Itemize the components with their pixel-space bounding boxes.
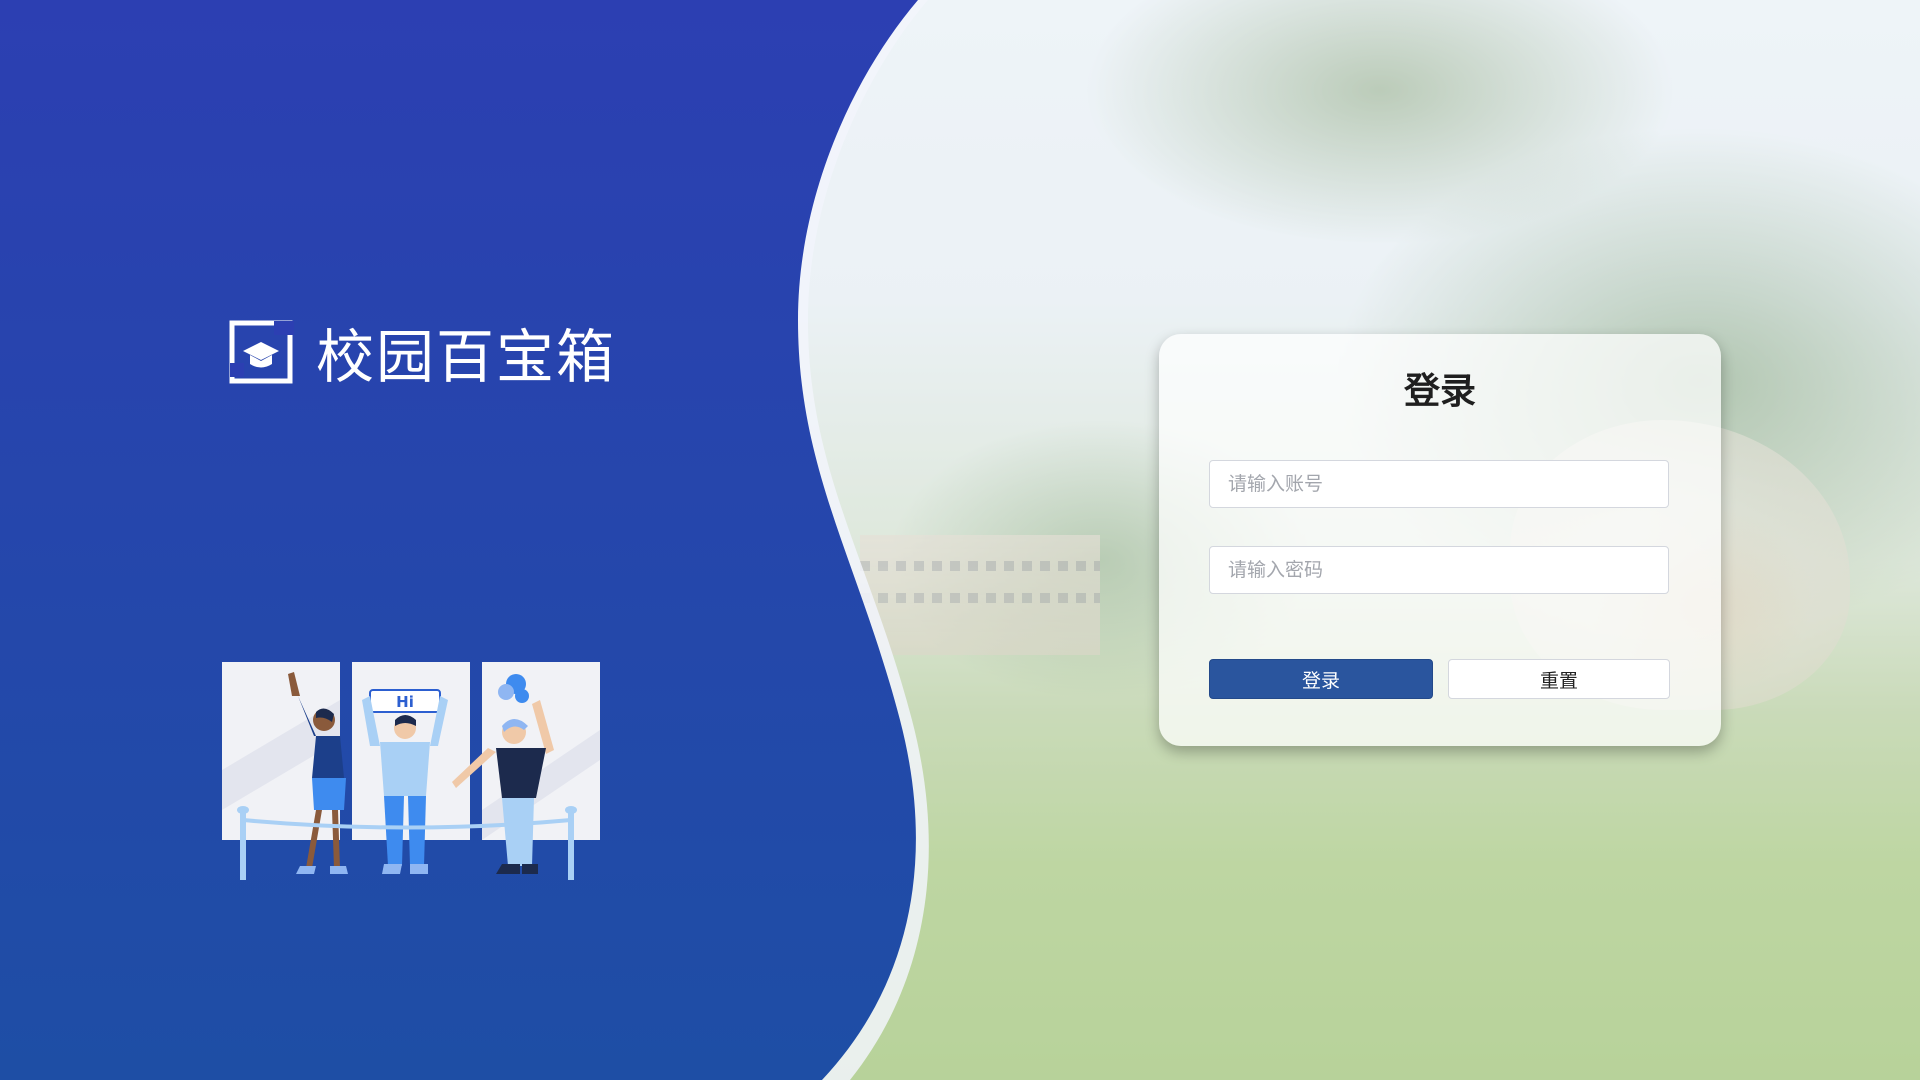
password-input[interactable] [1209,546,1669,594]
login-title: 登录 [1403,371,1476,412]
blue-wave-panel [0,0,929,1080]
login-page: 校园百宝箱 Hi 登录 请输入账号 登录 重置 [0,0,1920,1080]
graduation-cap-icon [229,320,294,384]
brand-logo: 校园百宝箱 [228,310,616,394]
hi-sign-text: Hi [396,693,414,711]
welcome-illustration: Hi [222,662,600,880]
reset-button[interactable]: 重置 [1448,659,1670,699]
username-input[interactable] [1209,460,1669,508]
login-card: 登录 登录 重置 [1159,334,1721,746]
login-button[interactable]: 登录 [1209,659,1433,699]
brand-name: 校园百宝箱 [316,323,617,391]
